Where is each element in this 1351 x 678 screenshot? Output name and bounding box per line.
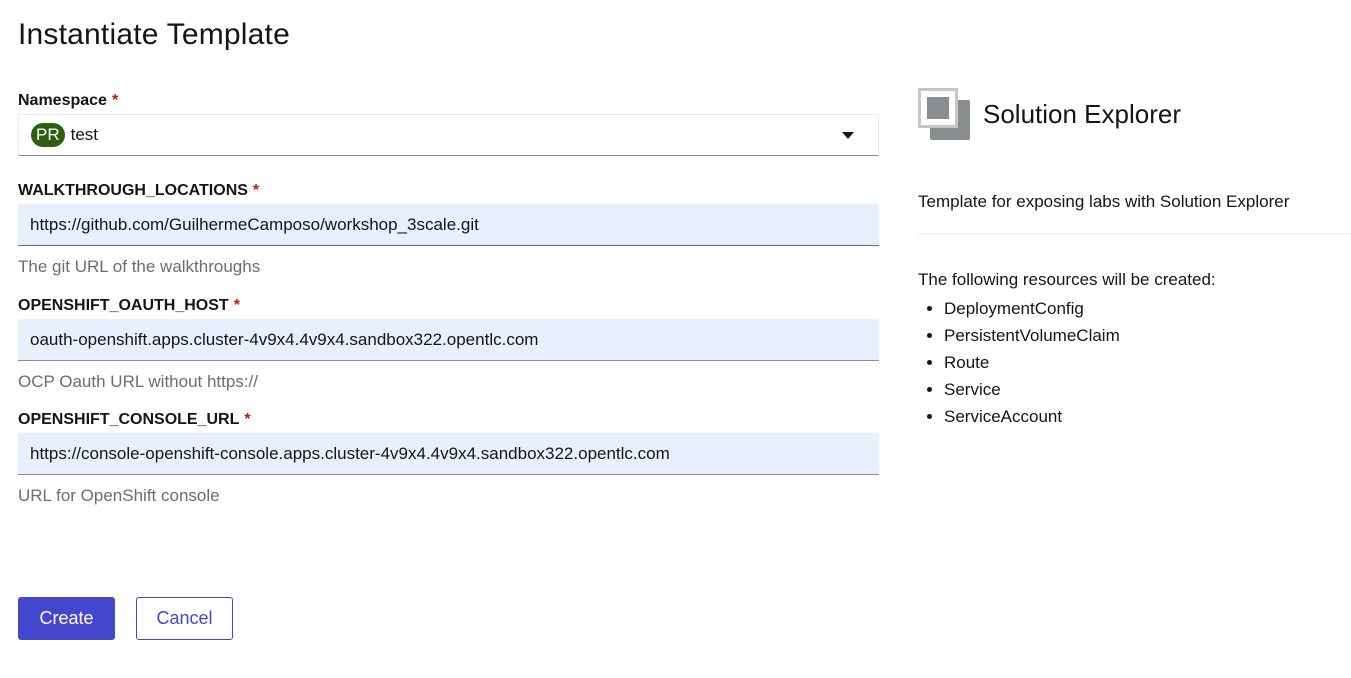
walkthrough-locations-label: WALKTHROUGH_LOCATIONS * <box>18 178 879 204</box>
create-button[interactable]: Create <box>18 597 115 640</box>
namespace-value: test <box>70 125 99 144</box>
caret-down-icon <box>842 132 854 139</box>
resource-item: Route <box>944 349 1351 376</box>
openshift-console-url-label: OPENSHIFT_CONSOLE_URL * <box>18 407 879 433</box>
resource-item: Service <box>944 376 1351 403</box>
walkthrough-locations-help: The git URL of the walkthroughs <box>18 257 261 276</box>
resource-item: ServiceAccount <box>944 403 1351 430</box>
namespace-dropdown[interactable]: PR test <box>18 114 879 156</box>
walkthrough-locations-input[interactable]: https://github.com/GuilhermeCamposo/work… <box>18 204 879 246</box>
divider <box>918 233 1351 234</box>
template-info-panel: Solution Explorer Template for exposing … <box>918 88 1351 430</box>
openshift-console-url-label-text: OPENSHIFT_CONSOLE_URL <box>18 411 240 428</box>
resources-list: DeploymentConfig PersistentVolumeClaim R… <box>918 295 1351 430</box>
openshift-oauth-host-help: OCP Oauth URL without https:// <box>18 372 259 391</box>
cancel-button[interactable]: Cancel <box>136 597 233 640</box>
openshift-oauth-host-label: OPENSHIFT_OAUTH_HOST * <box>18 293 879 319</box>
openshift-console-url-help: URL for OpenShift console <box>18 486 220 505</box>
required-indicator: * <box>252 182 260 199</box>
required-indicator: * <box>111 92 119 109</box>
resource-item: DeploymentConfig <box>944 295 1351 322</box>
project-badge: PR <box>31 123 65 147</box>
resource-item: PersistentVolumeClaim <box>944 322 1351 349</box>
resources-intro: The following resources will be created: <box>918 270 1216 289</box>
openshift-oauth-host-input[interactable]: oauth-openshift.apps.cluster-4v9x4.4v9x4… <box>18 319 879 361</box>
form-actions: Create Cancel <box>18 597 233 640</box>
template-icon <box>918 88 970 140</box>
openshift-oauth-host-label-text: OPENSHIFT_OAUTH_HOST <box>18 297 229 314</box>
openshift-console-url-input[interactable]: https://console-openshift-console.apps.c… <box>18 433 879 475</box>
template-description: Template for exposing labs with Solution… <box>918 192 1290 211</box>
namespace-label: Namespace * <box>18 88 879 114</box>
required-indicator: * <box>244 411 251 428</box>
instantiate-form: Namespace * PR test WALKTHROUGH_LOCATIONS… <box>18 88 879 507</box>
template-title: Solution Explorer <box>983 98 1181 129</box>
template-header: Solution Explorer <box>918 88 1351 140</box>
page-title: Instantiate Template <box>18 18 290 51</box>
walkthrough-locations-label-text: WALKTHROUGH_LOCATIONS <box>18 182 248 199</box>
namespace-label-text: Namespace <box>18 92 107 109</box>
required-indicator: * <box>233 297 240 314</box>
